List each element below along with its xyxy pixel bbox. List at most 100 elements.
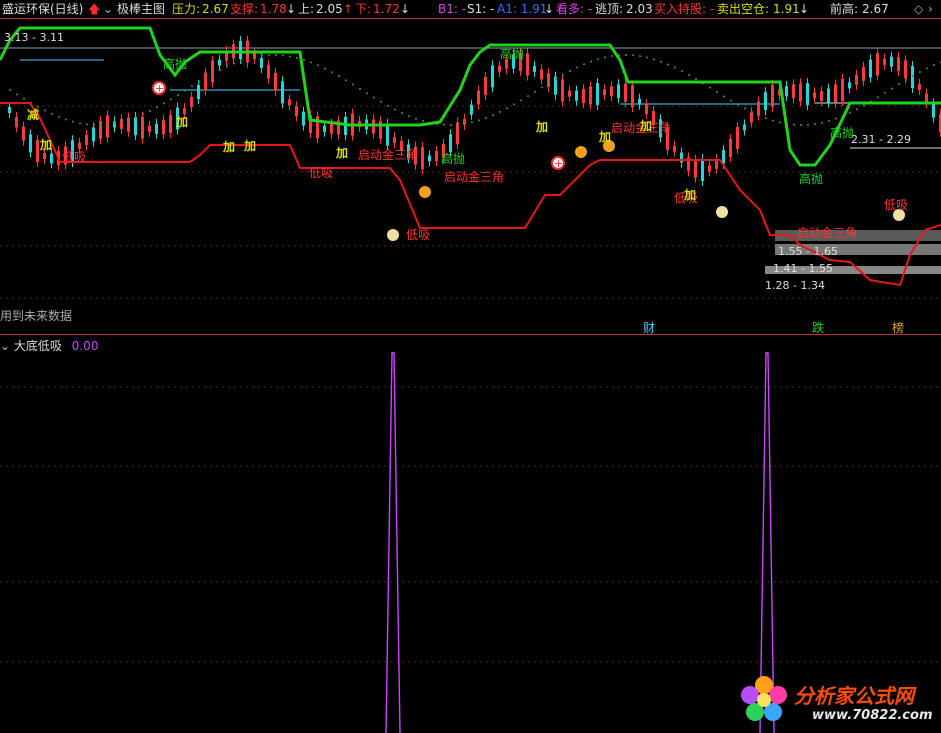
ma-dot — [219, 68, 221, 71]
ma-dot — [107, 123, 109, 126]
signal-jian: 减 — [27, 108, 40, 122]
ma-dot — [541, 86, 543, 89]
ma-dot — [765, 117, 767, 120]
signal-jia: 加 — [336, 146, 349, 160]
signal-gao-pao: 高抛 — [830, 126, 855, 140]
ma-dot — [723, 95, 725, 98]
ma-dot — [527, 95, 529, 98]
signal-gao-pao: 高抛 — [500, 47, 525, 61]
ma-dot — [44, 109, 46, 112]
svg-text:+: + — [554, 157, 563, 170]
ma-dot — [590, 60, 592, 63]
signal-gao-pao: 高抛 — [441, 152, 466, 166]
ma-dot — [275, 54, 277, 57]
ma-dot — [114, 122, 116, 125]
ma-dot — [667, 63, 669, 66]
ma-dot — [205, 76, 207, 79]
ma-dot — [247, 57, 249, 60]
ma-dot — [793, 123, 795, 126]
price-label-2: 2.31 - 2.29 — [851, 133, 911, 146]
signal-di-xi: 低吸 — [62, 150, 87, 164]
ma-dot — [905, 78, 907, 81]
ma-dot — [359, 87, 361, 90]
ma-dot — [583, 63, 585, 66]
ma-dot — [296, 56, 298, 59]
ma-dot — [604, 56, 606, 59]
ma-dot — [450, 123, 452, 126]
ma-dot — [863, 104, 865, 107]
signal-jia: 加 — [536, 120, 549, 134]
ma-dot — [380, 100, 382, 103]
ma-dot — [317, 64, 319, 67]
ma-dot — [828, 119, 830, 122]
signal-jia: 加 — [40, 138, 53, 152]
ma-dot — [240, 59, 242, 62]
ma-dot — [212, 72, 214, 75]
ma-dot — [135, 116, 137, 119]
ma-dot — [912, 74, 914, 77]
ma-dot — [261, 54, 263, 57]
flower-logo-icon — [741, 676, 787, 721]
ma-dot — [394, 108, 396, 111]
price-label-5: 1.28 - 1.34 — [765, 279, 825, 292]
ma-dot — [254, 55, 256, 58]
ma-dot — [597, 58, 599, 61]
ma-dot — [58, 115, 60, 118]
ma-dot — [744, 107, 746, 110]
ma-dot — [51, 112, 53, 115]
ma-dot — [289, 55, 291, 58]
signal-jia: 加 — [244, 139, 257, 153]
ma-dot — [772, 119, 774, 122]
ma-dot — [695, 78, 697, 81]
ma-dot — [156, 106, 158, 109]
ma-dot — [65, 118, 67, 121]
ma-dot — [366, 92, 368, 95]
ma-dot — [324, 67, 326, 70]
ma-dot — [562, 73, 564, 76]
ma-dot — [226, 65, 228, 68]
ma-dot — [891, 87, 893, 90]
ma-dot — [499, 110, 501, 113]
ma-dot — [16, 93, 18, 96]
ma-dot — [268, 54, 270, 57]
ma-dot — [79, 122, 81, 125]
ma-dot — [100, 123, 102, 126]
watermark-title: 分析家公式网 — [794, 684, 914, 708]
ma-dot — [933, 64, 935, 67]
ma-dot — [800, 123, 802, 126]
ma-dot — [877, 96, 879, 99]
signal-qi-dong: 启动金三角 — [358, 148, 419, 162]
ma-dot — [471, 121, 473, 124]
ma-dot — [485, 116, 487, 119]
ma-dot — [352, 83, 354, 86]
ma-dot — [233, 62, 235, 65]
ma-dot — [72, 120, 74, 123]
ma-dot — [513, 103, 515, 106]
ma-dot — [345, 79, 347, 82]
ma-dot — [310, 61, 312, 64]
price-label-3: 1.55 - 1.65 — [778, 245, 838, 258]
ma-dot — [520, 99, 522, 102]
sub-grid — [0, 386, 941, 663]
ma-dot — [898, 83, 900, 86]
ma-dot — [926, 67, 928, 70]
ma-dot — [443, 123, 445, 126]
ma-dot — [282, 54, 284, 57]
signal-gao-pao: 高抛 — [799, 172, 824, 186]
signal-jia: 加 — [599, 130, 612, 144]
ma-dot — [149, 109, 151, 112]
ma-dot — [730, 99, 732, 102]
ma-dot — [751, 111, 753, 114]
signal-jia: 加 — [223, 140, 236, 154]
ma-dot — [338, 75, 340, 78]
price-label-4: 1.41 - 1.55 — [773, 262, 833, 275]
sub-chart-canvas[interactable] — [0, 335, 941, 733]
signal-di-xi: 低吸 — [406, 228, 431, 242]
ma-dot — [849, 111, 851, 114]
signal-gao-pao: 高抛 — [163, 57, 188, 71]
ma-dot — [548, 82, 550, 85]
pane-divider-top — [0, 18, 941, 19]
ma-dot — [758, 114, 760, 117]
ma-dot — [373, 96, 375, 99]
ma-dot — [814, 123, 816, 126]
